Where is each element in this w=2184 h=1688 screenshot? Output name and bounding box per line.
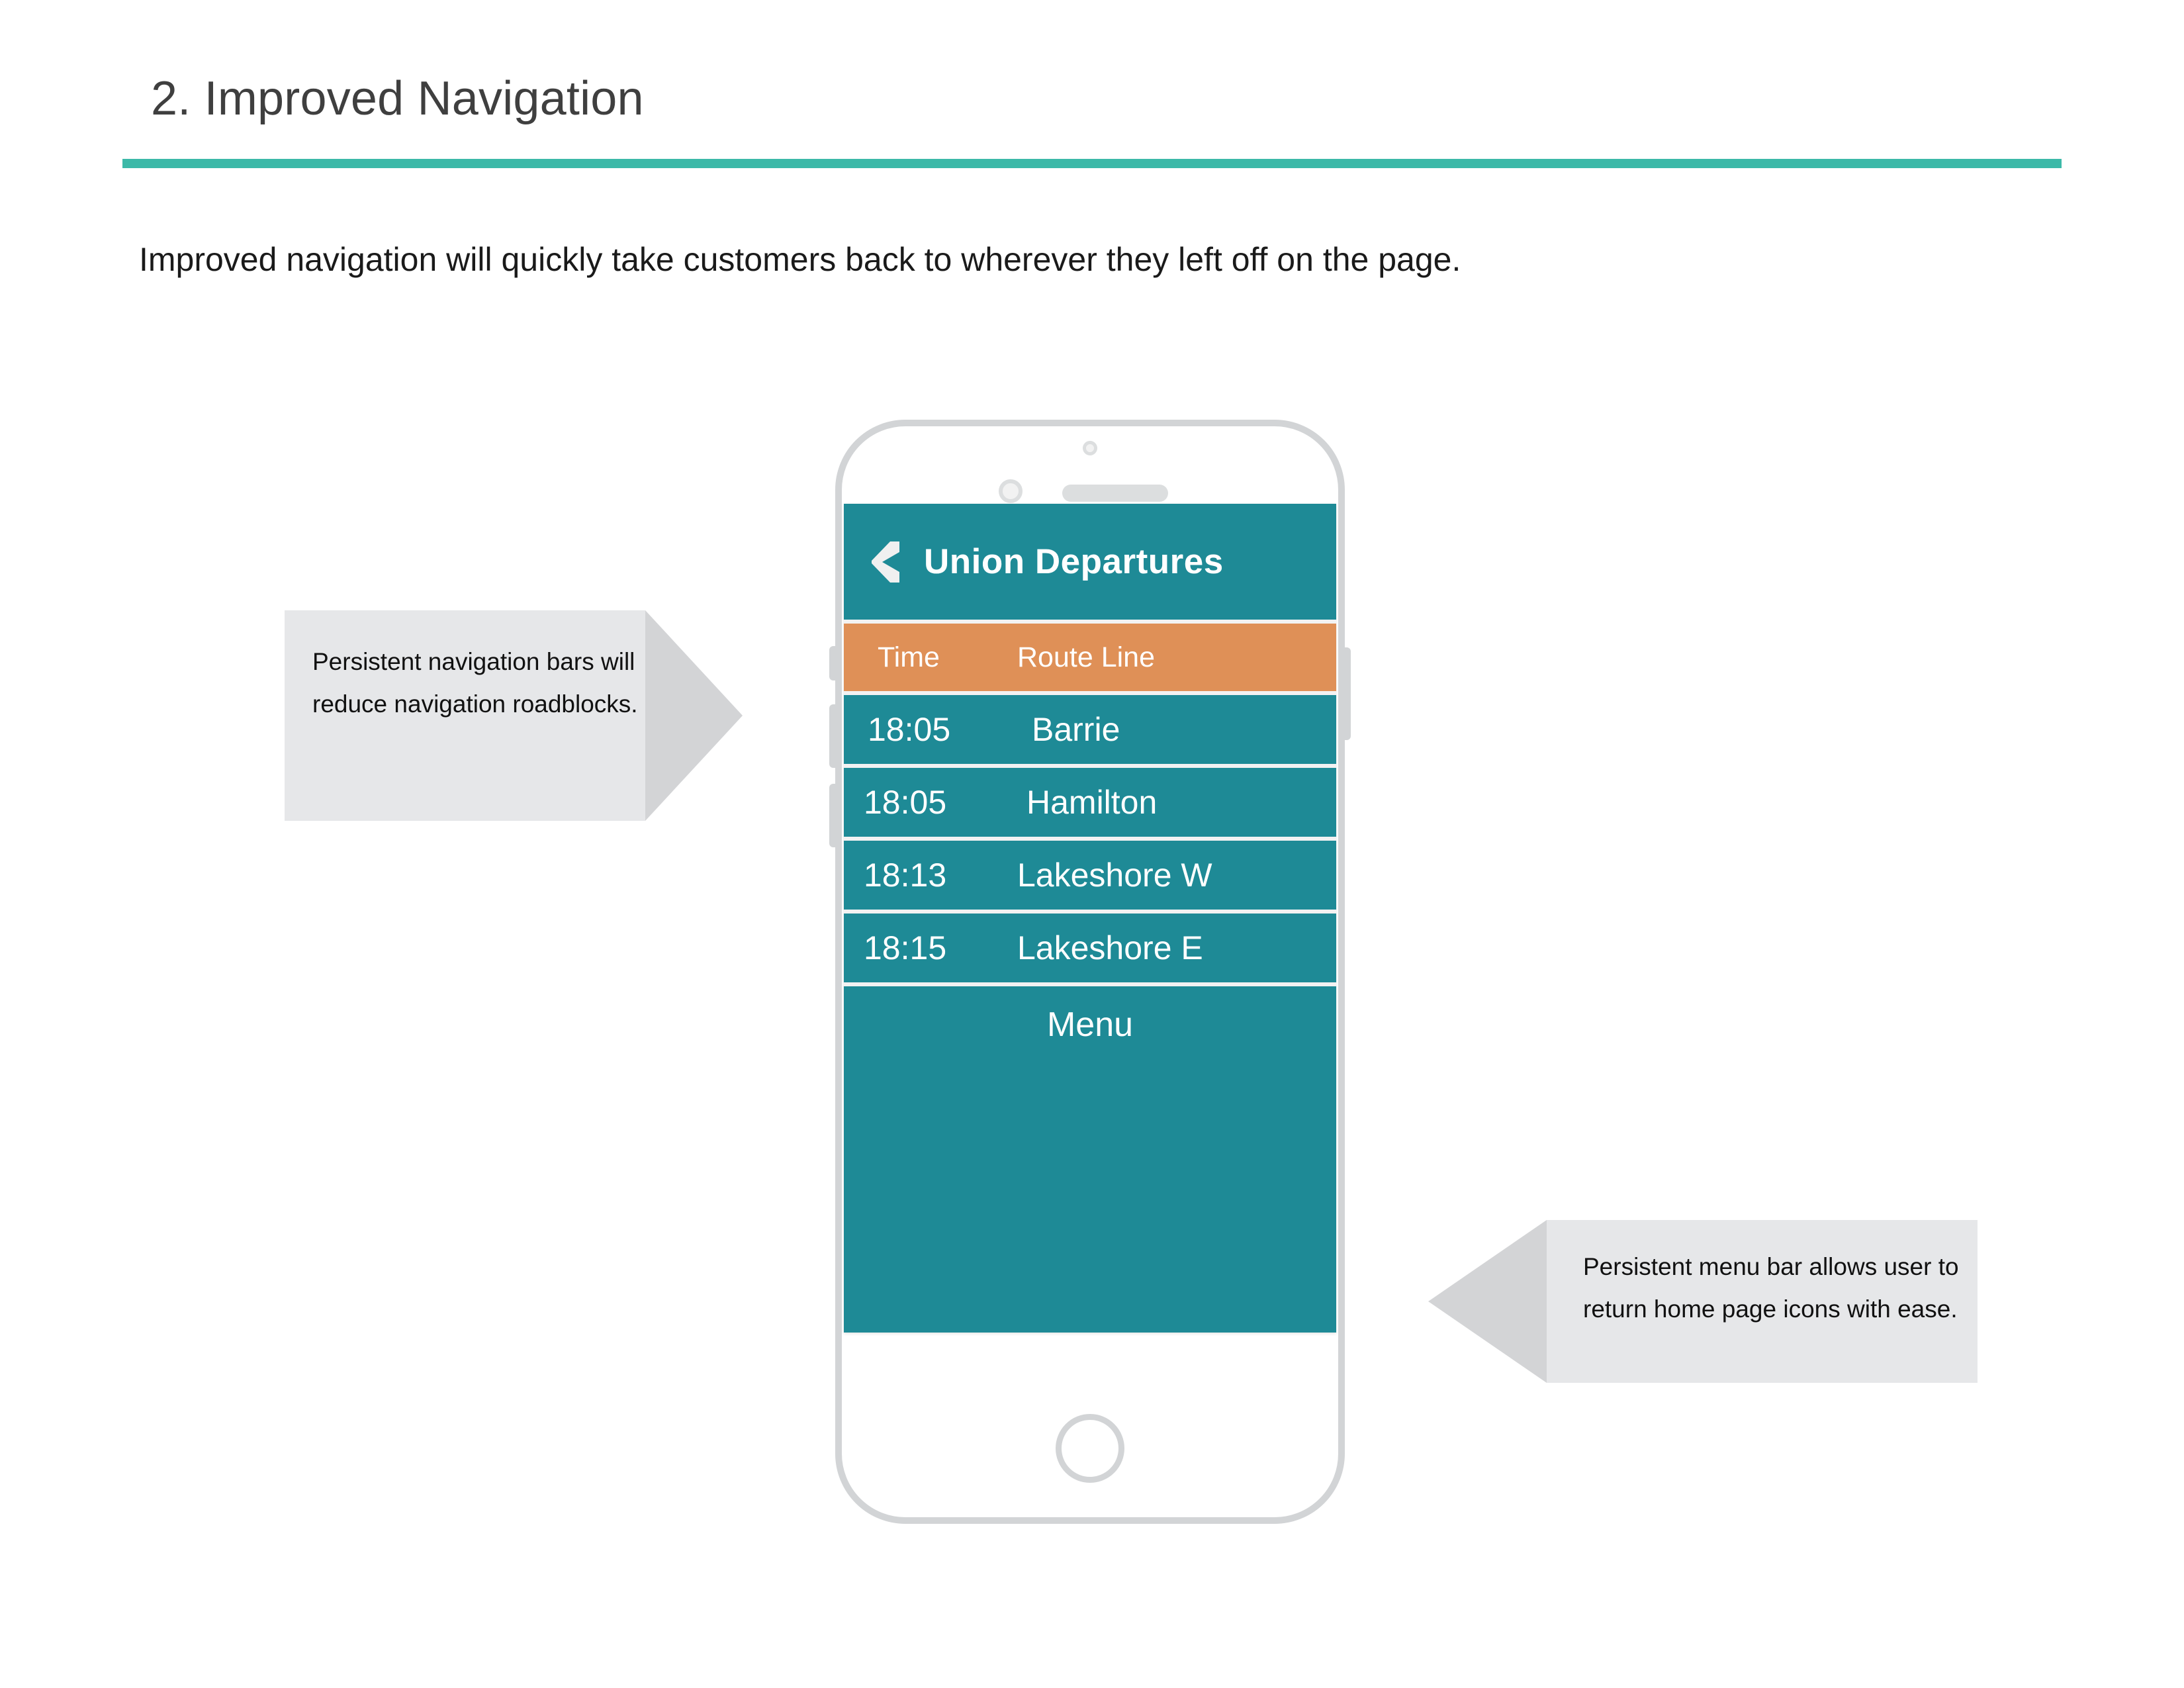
cell-time: 18:05 <box>868 711 951 748</box>
cell-time: 18:05 <box>864 784 947 821</box>
cell-route: Barrie <box>1032 711 1120 748</box>
volume-up-button-icon[interactable] <box>829 704 837 768</box>
title-accent-rule <box>122 159 2062 168</box>
silent-switch-icon[interactable] <box>829 646 837 680</box>
table-row[interactable]: 18:05 Hamilton <box>844 768 1336 837</box>
phone-mockup: Union Departures Time Route Line 18:05 B… <box>829 420 1351 1524</box>
slide-canvas: 2. Improved Navigation Improved navigati… <box>0 0 2184 1688</box>
cell-time: 18:13 <box>864 857 947 894</box>
home-button-icon[interactable] <box>1056 1414 1124 1483</box>
cell-time: 18:15 <box>864 929 947 966</box>
column-header-route-line: Route Line <box>1017 641 1155 673</box>
nav-title: Union Departures <box>924 542 1224 581</box>
power-button-icon[interactable] <box>1343 647 1351 740</box>
back-chevron-icon[interactable] <box>872 541 899 583</box>
table-row[interactable]: 18:05 Barrie <box>844 695 1336 764</box>
volume-down-button-icon[interactable] <box>829 784 837 847</box>
callout-right-text: Persistent menu bar allows user to retur… <box>1583 1253 1959 1323</box>
camera-icon <box>999 479 1023 503</box>
speaker-grille-icon <box>1062 485 1168 502</box>
app-menu-bar[interactable]: Menu <box>844 986 1336 1333</box>
column-header-time: Time <box>878 641 940 673</box>
menu-label: Menu <box>1046 1006 1134 1044</box>
table-header-row: Time Route Line <box>844 624 1336 691</box>
phone-screen: Union Departures Time Route Line 18:05 B… <box>844 504 1336 1333</box>
table-row[interactable]: 18:15 Lakeshore E <box>844 914 1336 982</box>
page-title: 2. Improved Navigation <box>151 72 644 125</box>
cell-route: Lakeshore W <box>1017 857 1212 894</box>
table-row[interactable]: 18:13 Lakeshore W <box>844 841 1336 910</box>
page-subtitle: Improved navigation will quickly take cu… <box>139 241 1461 278</box>
app-nav-bar: Union Departures <box>844 504 1336 620</box>
callout-left-text: Persistent navigation bars will reduce n… <box>312 648 638 718</box>
sensor-icon <box>1083 441 1097 455</box>
cell-route: Hamilton <box>1026 784 1158 821</box>
cell-route: Lakeshore E <box>1017 929 1203 966</box>
